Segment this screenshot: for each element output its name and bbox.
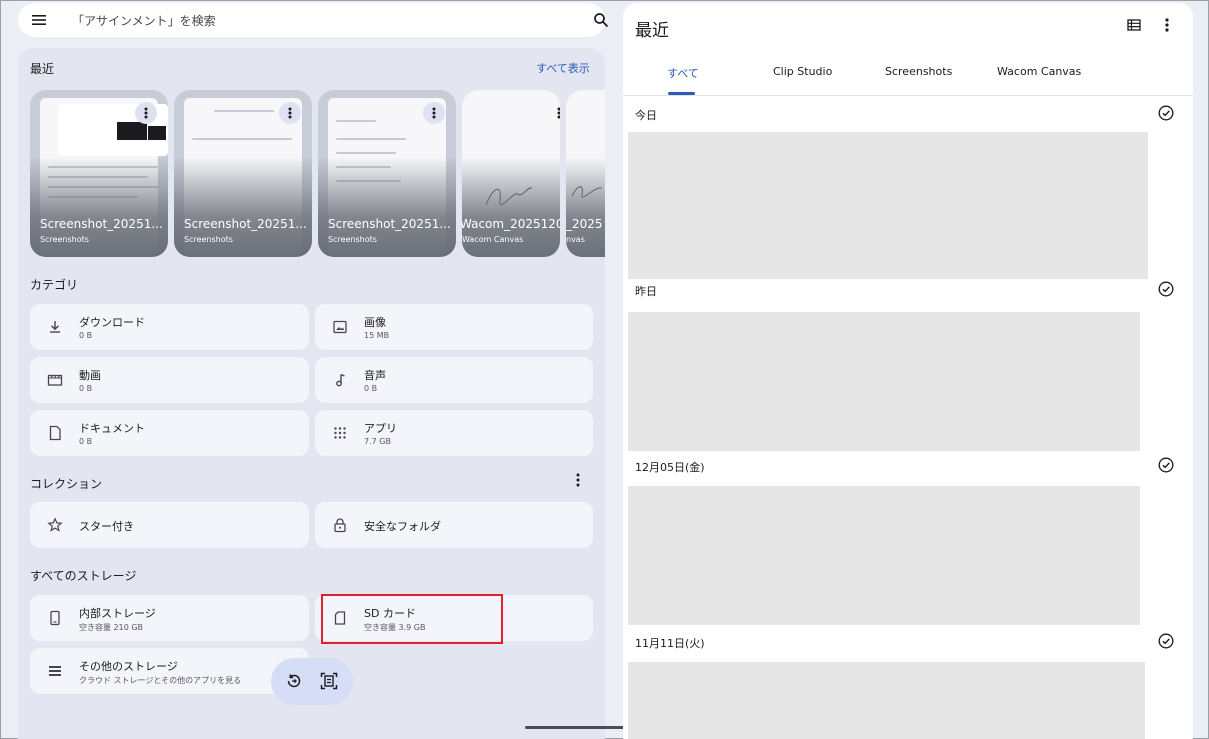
file-source: Screenshots bbox=[184, 235, 233, 244]
storage-other[interactable]: その他のストレージ クラウド ストレージとその他のアプリを見る bbox=[30, 648, 309, 694]
more-options-button[interactable] bbox=[423, 102, 445, 124]
date-group-label: 昨日 bbox=[635, 285, 657, 298]
category-label: アプリ bbox=[364, 422, 397, 435]
storage-label: 内部ストレージ bbox=[79, 607, 156, 620]
image-icon bbox=[333, 320, 347, 334]
category-images[interactable]: 画像 15 MB bbox=[315, 304, 593, 350]
category-size: 0 B bbox=[364, 384, 378, 393]
category-downloads[interactable]: ダウンロード 0 B bbox=[30, 304, 309, 350]
categories-section-title: カテゴリ bbox=[30, 278, 79, 292]
file-source: Screenshots bbox=[40, 235, 89, 244]
tab-all[interactable]: すべて bbox=[667, 65, 699, 81]
category-size: 0 B bbox=[79, 331, 93, 340]
recent-file-card[interactable]: Screenshot_20251... Screenshots bbox=[174, 90, 312, 257]
thumbnail-placeholder[interactable] bbox=[628, 132, 1148, 279]
search-placeholder[interactable]: 「アサインメント」を検索 bbox=[72, 12, 216, 29]
file-source: Wacom Canvas bbox=[462, 235, 524, 244]
collection-safe-folder[interactable]: 安全なフォルダ bbox=[315, 502, 593, 548]
category-label: ダウンロード bbox=[79, 316, 145, 329]
collection-starred[interactable]: スター付き bbox=[30, 502, 309, 548]
file-source: nvas bbox=[566, 235, 585, 244]
app-window: 「アサインメント」を検索 最近 すべて表示 Screenshot_20251..… bbox=[0, 0, 1209, 739]
category-videos[interactable]: 動画 0 B bbox=[30, 357, 309, 403]
more-vert-icon bbox=[557, 107, 560, 119]
category-size: 7.7 GB bbox=[364, 437, 391, 446]
category-size: 0 B bbox=[79, 437, 93, 446]
more-vert-icon bbox=[144, 107, 148, 119]
apps-grid-icon bbox=[334, 427, 346, 439]
star-icon bbox=[47, 517, 63, 532]
file-name: _2025 bbox=[566, 217, 603, 231]
thumbnail-placeholder[interactable] bbox=[628, 486, 1140, 625]
select-all-check-icon[interactable] bbox=[1158, 105, 1174, 121]
collection-label: 安全なフォルダ bbox=[364, 520, 441, 533]
storage-label: その他のストレージ bbox=[79, 660, 178, 673]
thumbnail-placeholder[interactable] bbox=[628, 312, 1140, 451]
see-all-link[interactable]: すべて表示 bbox=[536, 60, 590, 76]
recent-section-title: 最近 bbox=[30, 62, 55, 76]
recent-file-card[interactable]: Screenshot_20251... Screenshots bbox=[30, 90, 168, 257]
file-name: Screenshot_20251... bbox=[328, 217, 451, 231]
category-documents[interactable]: ドキュメント 0 B bbox=[30, 410, 309, 456]
category-size: 0 B bbox=[79, 384, 93, 393]
scan-document-icon[interactable] bbox=[320, 672, 338, 690]
select-all-check-icon[interactable] bbox=[1158, 281, 1174, 297]
document-icon bbox=[49, 425, 61, 441]
storage-internal[interactable]: 内部ストレージ 空き容量 210 GB bbox=[30, 595, 309, 641]
more-vert-icon bbox=[432, 107, 436, 119]
recent-file-card[interactable]: _2025 nvas bbox=[566, 90, 605, 257]
date-group-label: 12月05日(金) bbox=[635, 461, 705, 474]
select-all-check-icon[interactable] bbox=[1158, 457, 1174, 473]
recent-file-card[interactable]: Wacom_20251205_ Wacom Canvas bbox=[462, 90, 560, 257]
category-size: 15 MB bbox=[364, 331, 390, 340]
collections-section-title: コレクション bbox=[30, 477, 103, 491]
panel-title: 最近 bbox=[635, 21, 669, 41]
storage-detail: クラウド ストレージとその他のアプリを見る bbox=[79, 676, 242, 685]
highlight-box bbox=[321, 594, 503, 644]
more-vert-icon bbox=[288, 107, 292, 119]
category-label: 動画 bbox=[79, 369, 101, 382]
home-indicator-bar[interactable] bbox=[525, 726, 629, 729]
search-icon[interactable] bbox=[593, 12, 609, 28]
tab-wacom-canvas[interactable]: Wacom Canvas bbox=[997, 65, 1081, 78]
date-group-label: 11月11日(火) bbox=[635, 637, 705, 650]
tab-screenshots[interactable]: Screenshots bbox=[885, 65, 952, 78]
storage-detail: 空き容量 210 GB bbox=[79, 623, 144, 632]
storage-section-title: すべてのストレージ bbox=[30, 569, 137, 583]
phone-icon bbox=[50, 610, 60, 626]
tab-divider bbox=[623, 95, 1193, 96]
storage-list-icon bbox=[49, 666, 61, 676]
recent-file-card[interactable]: Screenshot_20251... Screenshots bbox=[318, 90, 456, 257]
category-apps[interactable]: アプリ 7.7 GB bbox=[315, 410, 593, 456]
date-group-label: 今日 bbox=[635, 109, 657, 122]
file-name: Screenshot_20251... bbox=[40, 217, 163, 231]
history-icon[interactable] bbox=[285, 672, 303, 690]
list-view-icon[interactable] bbox=[1127, 18, 1141, 32]
recent-panel: 最近 すべて Clip Studio Screenshots Wacom Can… bbox=[623, 3, 1193, 739]
video-icon bbox=[47, 374, 63, 386]
download-icon bbox=[50, 321, 60, 333]
thumbnail-placeholder[interactable] bbox=[628, 662, 1145, 739]
more-vert-icon[interactable] bbox=[575, 473, 581, 487]
floating-action-group bbox=[271, 658, 353, 705]
collection-label: スター付き bbox=[79, 520, 134, 533]
category-label: ドキュメント bbox=[79, 422, 145, 435]
more-vert-icon[interactable] bbox=[1163, 17, 1171, 33]
music-note-icon bbox=[336, 373, 345, 387]
file-name: Screenshot_20251... bbox=[184, 217, 307, 231]
category-label: 音声 bbox=[364, 369, 386, 382]
category-label: 画像 bbox=[364, 316, 386, 329]
hamburger-menu-icon[interactable] bbox=[31, 12, 47, 28]
lock-icon bbox=[334, 518, 346, 533]
select-all-check-icon[interactable] bbox=[1158, 633, 1174, 649]
more-options-button[interactable] bbox=[135, 102, 157, 124]
search-bar[interactable]: 「アサインメント」を検索 bbox=[18, 3, 609, 37]
more-options-button[interactable] bbox=[279, 102, 301, 124]
file-source: Screenshots bbox=[328, 235, 377, 244]
file-name: Wacom_20251205_ bbox=[462, 217, 560, 231]
tab-clip-studio[interactable]: Clip Studio bbox=[773, 65, 832, 78]
category-audio[interactable]: 音声 0 B bbox=[315, 357, 593, 403]
